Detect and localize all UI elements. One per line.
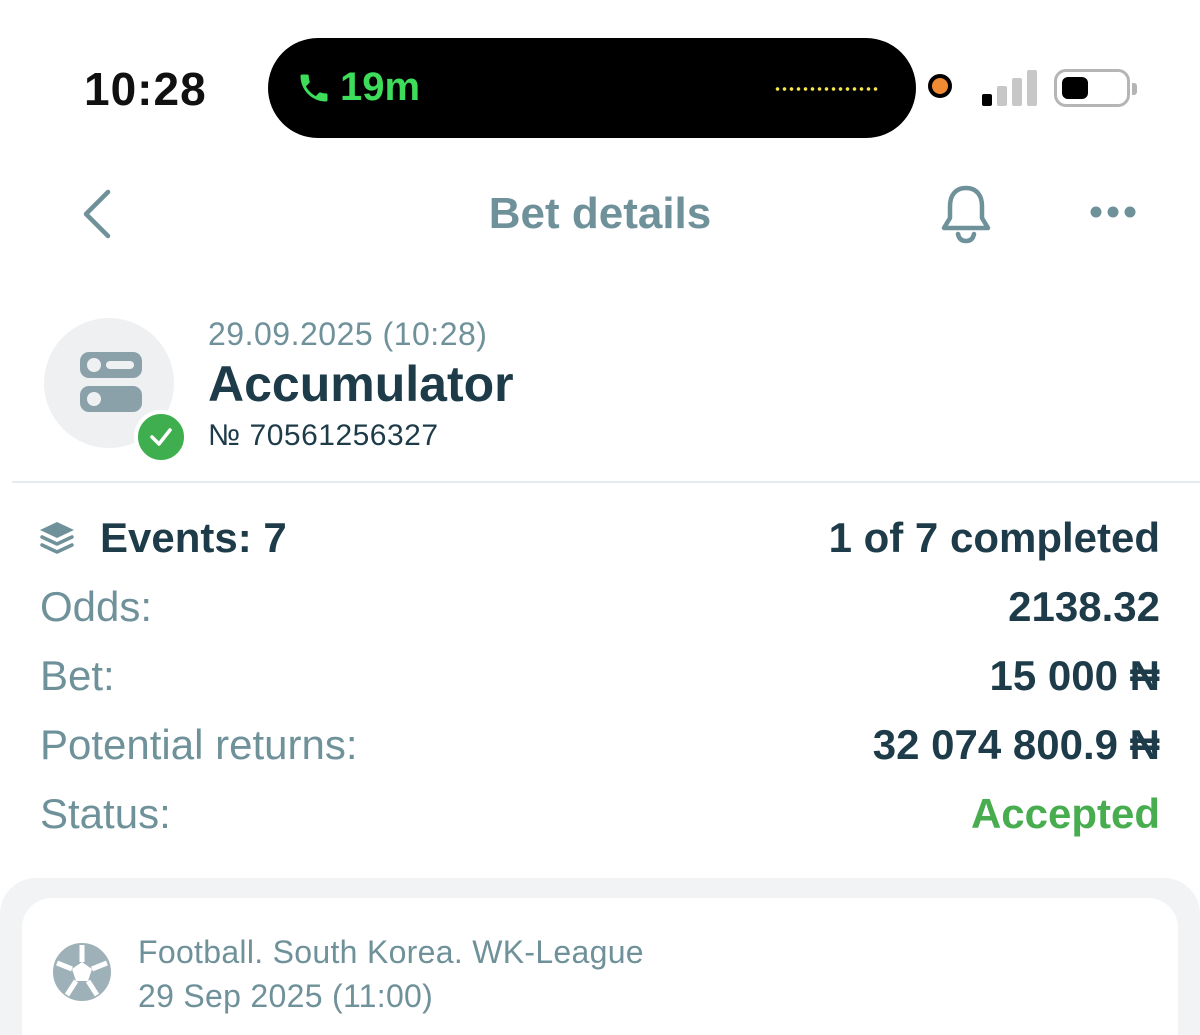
odds-label: Odds:	[40, 583, 153, 630]
events-progress: 1 of 7 completed	[828, 514, 1160, 561]
status-time: 10:28	[84, 63, 207, 115]
bet-type-title: Accumulator	[208, 356, 514, 412]
divider	[12, 481, 1200, 483]
status-value: Accepted	[970, 790, 1160, 837]
event-league: Football. South Korea. WK-League	[138, 934, 644, 970]
odds-value: 2138.32	[1008, 583, 1160, 630]
events-stack-icon	[40, 522, 74, 554]
call-duration: 19m	[340, 65, 421, 109]
football-icon	[51, 941, 113, 1003]
status-label: Status:	[40, 790, 171, 837]
audio-waveform-icon	[774, 86, 880, 92]
potential-returns-value: 32 074 800.9 ₦	[872, 721, 1160, 768]
page-title: Bet details	[488, 189, 712, 238]
events-count[interactable]: Events: 7	[100, 512, 287, 564]
recording-indicator-icon	[928, 74, 952, 98]
bet-amount-value: 15 000 ₦	[989, 652, 1160, 699]
battery-icon	[1054, 69, 1137, 107]
cellular-signal-icon	[982, 70, 1040, 106]
event-date: 29 Sep 2025 (11:00)	[138, 978, 434, 1014]
potential-returns-label: Potential returns:	[40, 721, 358, 768]
more-icon[interactable]	[1088, 198, 1138, 226]
check-icon	[150, 428, 172, 446]
accumulator-icon	[80, 352, 142, 412]
bet-number[interactable]: № 70561256327	[208, 418, 439, 454]
phone-icon	[300, 74, 328, 102]
accepted-check-badge	[134, 410, 188, 464]
bet-date: 29.09.2025 (10:28)	[208, 316, 488, 352]
dynamic-island-call[interactable]: 19m	[268, 38, 916, 138]
bet-amount-label: Bet:	[40, 652, 115, 699]
bet-details-screen: 10:28 19m Bet details 29.09.2025 (10:28)…	[0, 0, 1200, 1035]
bell-icon[interactable]	[938, 184, 994, 244]
